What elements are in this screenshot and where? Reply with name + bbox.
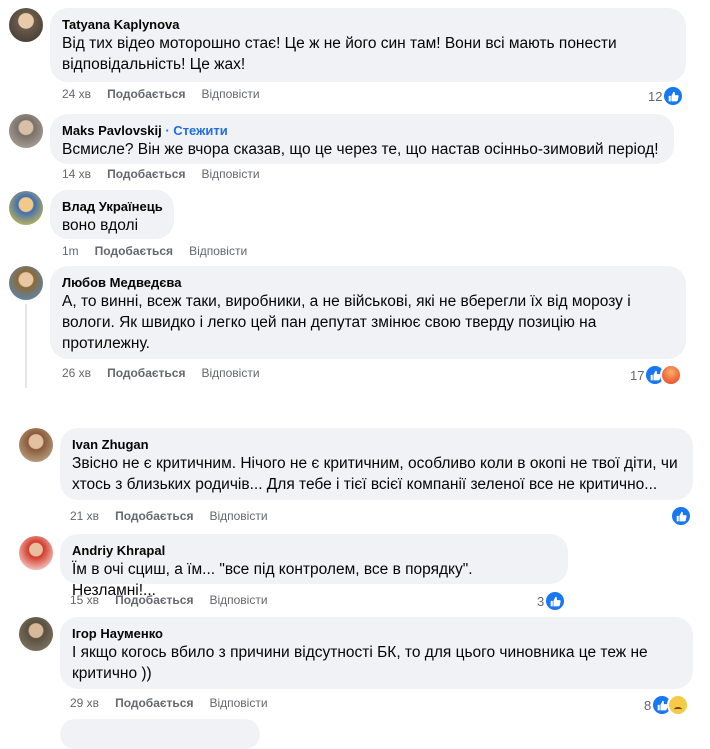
comment-bubble: Maks Pavlovskij · Стежити Всмисле? Він ж… [50,114,674,164]
comment-time[interactable]: 15 хв [70,593,99,607]
comment-actions: 1m Подобається Відповісти [62,244,263,258]
comment-author[interactable]: Ivan Zhugan [72,436,681,453]
like-button[interactable]: Подобається [107,167,185,181]
like-button[interactable]: Подобається [115,696,193,710]
like-icon [662,85,685,107]
reaction-count: 17 [630,367,645,383]
thread-line [25,304,27,388]
comment-actions: 29 хв Подобається Відповісти [70,696,284,710]
comment-author[interactable]: Andriy Khrapal [72,542,556,559]
next-comment-bubble [60,719,260,749]
reply-button[interactable]: Відповісти [209,593,267,607]
comment-time[interactable]: 1m [62,244,79,258]
comment-text: І якщо когось вбило з причини відсутност… [72,644,648,682]
comment-bubble: Ivan Zhugan Звісно не є критичним. Нічог… [60,428,693,500]
like-button[interactable]: Подобається [115,593,193,607]
reaction-summary[interactable]: 3 [537,590,567,612]
like-icon [670,505,692,527]
comment-bubble: Andriy Khrapal Їм в очі сциш, а їм... "в… [60,534,568,599]
comment-text: А, то винні, всеж таки, виробники, а не … [62,293,631,352]
reply-button[interactable]: Відповісти [201,167,259,181]
comment-time[interactable]: 29 хв [70,696,99,710]
comment-text: Від тих відео моторошно стає! Це ж не йо… [62,35,617,73]
like-icon [544,590,567,612]
avatar[interactable] [19,536,53,570]
comment-author[interactable]: Ігор Науменко [72,625,681,642]
sad-icon [667,694,690,716]
comment-author: Maks Pavlovskij · Стежити [62,122,662,139]
comment-bubble: Tatyana Kaplynova Від тих відео моторошн… [50,8,686,82]
reply-button[interactable]: Відповісти [209,509,267,523]
like-button[interactable]: Подобається [107,366,185,380]
reaction-count: 12 [648,88,663,104]
reaction-count: 3 [537,593,545,609]
avatar[interactable] [19,428,53,462]
reaction-summary[interactable]: 17 [630,364,683,386]
author-name[interactable]: Maks Pavlovskij [62,123,162,138]
comment-time[interactable]: 26 хв [62,366,91,380]
like-button[interactable]: Подобається [115,509,193,523]
comment-bubble: Ігор Науменко І якщо когось вбило з прич… [60,617,693,689]
comment-author[interactable]: Любов Медведєва [62,274,674,291]
comment-actions: 21 хв Подобається Відповісти [70,509,284,523]
reply-button[interactable]: Відповісти [209,696,267,710]
comment-actions: 26 хв Подобається Відповісти [62,366,276,380]
comment-actions: 15 хв Подобається Відповісти [70,593,284,607]
comment-time[interactable]: 21 хв [70,509,99,523]
like-button[interactable]: Подобається [95,244,173,258]
avatar[interactable] [9,8,43,42]
reply-button[interactable]: Відповісти [201,366,259,380]
avatar[interactable] [19,617,53,651]
comment-author[interactable]: Влад Українець [62,198,163,215]
comment-text: Всмисле? Він же вчора сказав, що це чере… [62,141,659,158]
comment-actions: 14 хв Подобається Відповісти [62,167,276,181]
avatar[interactable] [9,266,43,300]
comment-author[interactable]: Tatyana Kaplynova [62,16,674,33]
follow-link[interactable]: · Стежити [165,123,227,138]
comment-bubble: Любов Медведєва А, то винні, всеж таки, … [50,266,686,359]
comment-actions: 24 хв Подобається Відповісти [62,87,276,101]
reaction-summary[interactable]: 8 [644,694,690,716]
avatar[interactable] [9,191,43,225]
reply-button[interactable]: Відповісти [189,244,247,258]
avatar[interactable] [9,114,43,148]
comment-text: Звісно не є критичним. Нічого не є крити… [72,455,678,493]
reaction-summary[interactable]: 12 [648,85,685,107]
comment-time[interactable]: 14 хв [62,167,91,181]
reaction-count: 8 [644,697,652,713]
comment-bubble: Влад Українець воно вдолі [50,190,174,239]
angry-icon [660,364,683,386]
comment-text: воно вдолі [62,217,139,234]
comment-time[interactable]: 24 хв [62,87,91,101]
reply-button[interactable]: Відповісти [201,87,259,101]
like-button[interactable]: Подобається [107,87,185,101]
reaction-summary[interactable] [670,505,692,527]
